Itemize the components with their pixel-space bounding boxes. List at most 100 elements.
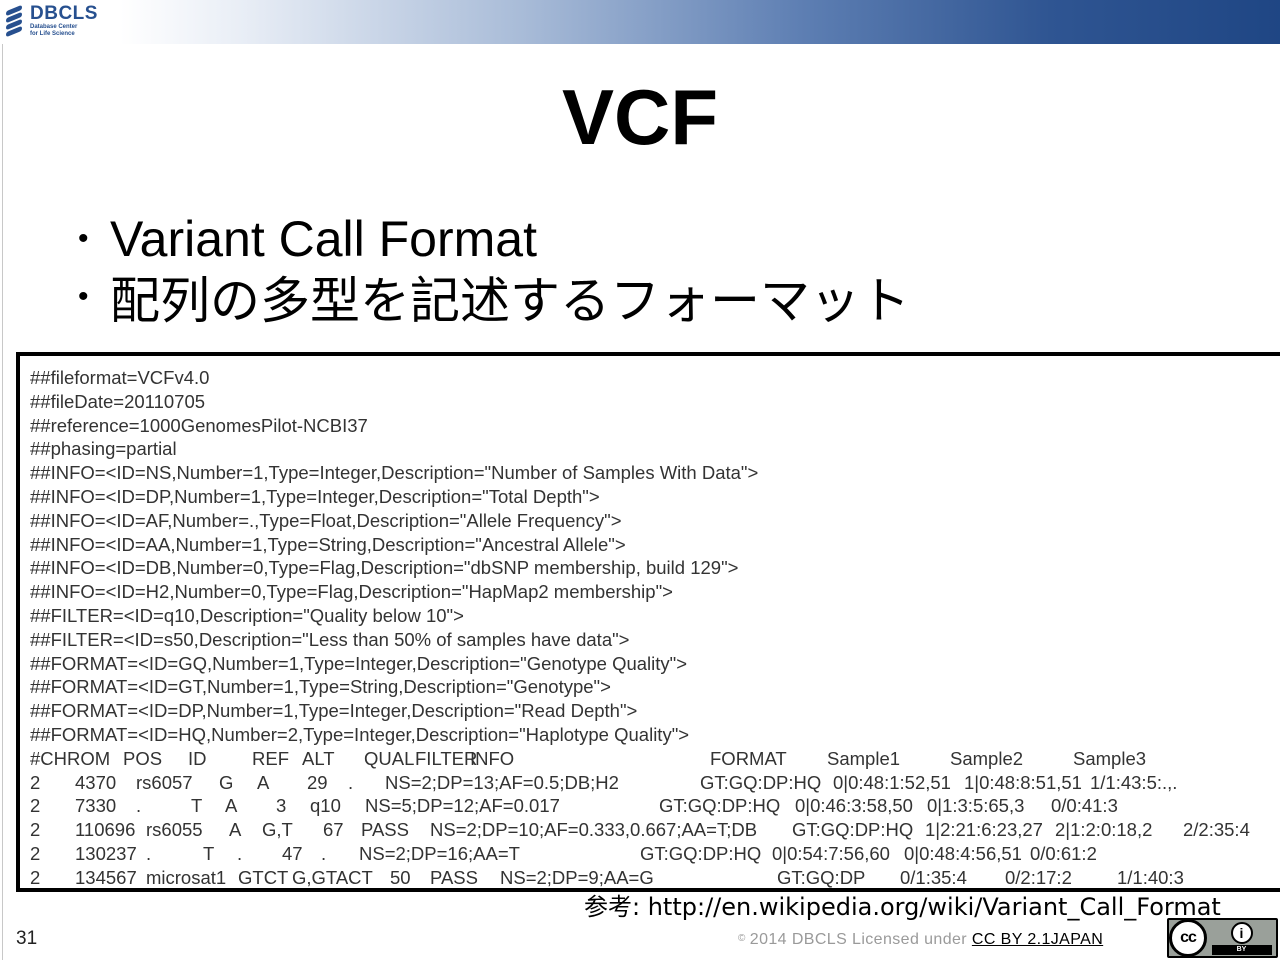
vcf-cell-info: INFO	[470, 747, 515, 769]
bullet-list: • Variant Call Format • 配列の多型を記述するフォーマット	[78, 210, 910, 329]
left-rule	[2, 44, 3, 960]
vcf-cell-pos: 7330	[75, 795, 117, 817]
logo-sub-line1: Database Center	[30, 24, 78, 30]
vcf-meta-line: ##FILTER=<ID=s50,Description="Less than …	[30, 628, 630, 650]
vcf-cell-sample2: 0/2:17:2	[1005, 866, 1072, 888]
license-link[interactable]: CC BY 2.1JAPAN	[972, 931, 1103, 948]
slide-title: VCF	[562, 73, 718, 161]
vcf-meta-line: ##reference=1000GenomesPilot-NCBI37	[30, 414, 368, 436]
vcf-cell-filter: PASS	[361, 819, 409, 841]
vcf-cell-sample3: 1/1:40:3	[1117, 866, 1184, 888]
vcf-record-row: 2 110696 rs6055 A G,T 67 PASS NS=2;DP=10;AF=0.3…	[30, 818, 1280, 842]
vcf-cell-pos: 110696	[75, 819, 136, 841]
vcf-cell-sample1: 0|0:48:1:52,51	[833, 771, 951, 793]
vcf-cell-id: .	[146, 842, 152, 864]
bullet-dot: •	[78, 222, 89, 255]
bullet-dot: •	[78, 280, 89, 313]
vcf-meta-line: ##INFO=<ID=AF,Number=.,Type=Float,Descri…	[30, 509, 622, 531]
vcf-cell-sample3: Sample3	[1073, 747, 1147, 769]
vcf-cell-ref: REF	[252, 747, 289, 769]
vcf-cell-format: GT:GQ:DP:HQ	[659, 795, 781, 817]
vcf-cell-chrom: #CHROM	[30, 747, 111, 769]
vcf-cell-ref: T	[203, 842, 215, 864]
vcf-cell-pos: 134567	[75, 866, 137, 888]
vcf-meta-line: ##INFO=<ID=DP,Number=1,Type=Integer,Desc…	[30, 485, 600, 507]
vcf-cell-sample2: Sample2	[950, 747, 1024, 769]
vcf-cell-sample3: 0/0:41:3	[1051, 795, 1118, 817]
vcf-cell-format: GT:GQ:DP	[777, 866, 866, 888]
vcf-cell-qual: 50	[390, 866, 411, 888]
dbcls-logo: DBCLS Database Center for Life Science	[4, 4, 114, 42]
vcf-meta-line: ##INFO=<ID=AA,Number=1,Type=String,Descr…	[30, 533, 626, 555]
vcf-cell-qual: 29	[307, 771, 328, 793]
vcf-cell-ref: A	[229, 819, 242, 841]
vcf-cell-alt: G,GTACT	[292, 866, 373, 888]
vcf-cell-chrom: 2	[30, 842, 41, 864]
vcf-cell-info: NS=5;DP=12;AF=0.017	[365, 795, 560, 817]
vcf-cell-info: NS=2;DP=13;AF=0.5;DB;H2	[385, 771, 619, 793]
vcf-cell-format: GT:GQ:DP:HQ	[700, 771, 822, 793]
vcf-cell-alt: .	[237, 842, 243, 864]
vcf-cell-pos: POS	[123, 747, 163, 769]
reference-citation: 参考: http://en.wikipedia.org/wiki/Variant…	[584, 893, 1221, 921]
vcf-cell-sample1: Sample1	[827, 747, 901, 769]
copyright-icon: ©	[738, 933, 746, 944]
vcf-meta-line: ##FORMAT=<ID=DP,Number=1,Type=Integer,De…	[30, 700, 638, 722]
vcf-meta-line: ##fileDate=20110705	[30, 390, 206, 412]
vcf-cell-alt: A	[225, 795, 238, 817]
vcf-meta-line: ##FORMAT=<ID=GT,Number=1,Type=String,Des…	[30, 676, 611, 698]
vcf-meta-line: ##INFO=<ID=H2,Number=0,Type=Flag,Descrip…	[30, 581, 673, 603]
vcf-cell-chrom: 2	[30, 771, 41, 793]
cc-by-badge[interactable]: cc i BY	[1167, 918, 1278, 958]
vcf-cell-pos: 130237	[75, 842, 137, 864]
vcf-cell-filter: .	[321, 842, 327, 864]
vcf-cell-qual: 67	[323, 819, 344, 841]
vcf-cell-sample2: 1|0:48:8:51,51	[964, 771, 1082, 793]
vcf-header-row: #CHROM POS ID REF ALT QUAL FILTER INFO FORMAT Sam…	[30, 747, 1280, 771]
vcf-meta-line: ##fileformat=VCFv4.0	[30, 367, 210, 388]
vcf-cell-sample3: 1/1:43:5:.,.	[1090, 771, 1178, 793]
vcf-cell-filter: q10	[310, 795, 341, 817]
vcf-meta-line: ##INFO=<ID=NS,Number=1,Type=Integer,Desc…	[30, 462, 759, 484]
vcf-cell-sample1: 0|0:46:3:58,50	[795, 795, 913, 817]
dbcls-logo-icon	[4, 4, 26, 38]
creative-commons-icon: cc	[1169, 919, 1207, 957]
vcf-example-box: ##fileformat=VCFv4.0 ##fileDate=20110705…	[16, 352, 1280, 892]
vcf-record-row: 2 130237. T. 47. NS=2;DP=16;AA=T GT:GQ:DP:HQ 0…	[30, 842, 1280, 866]
vcf-cell-chrom: 2	[30, 819, 41, 841]
vcf-cell-ref: G	[219, 771, 234, 793]
vcf-cell-sample1: 0|0:54:7:56,60	[772, 842, 890, 864]
vcf-cell-ref: GTCT	[238, 866, 289, 888]
vcf-cell-chrom: 2	[30, 795, 41, 817]
vcf-cell-alt: ALT	[302, 747, 335, 769]
vcf-meta-line: ##phasing=partial	[30, 438, 177, 460]
vcf-cell-id: ID	[188, 747, 207, 769]
vcf-cell-info: NS=2;DP=10;AF=0.333,0.667;AA=T;DB	[430, 819, 758, 841]
vcf-cell-qual: 47	[282, 842, 303, 864]
vcf-cell-filter: .	[348, 771, 354, 793]
vcf-cell-ref: T	[191, 795, 203, 817]
vcf-lines: ##fileformat=VCFv4.0 ##fileDate=20110705…	[30, 366, 1280, 888]
vcf-cell-sample3: 0/0:61:2	[1030, 842, 1097, 864]
bullet-text-polymorphism-format: 配列の多型を記述するフォーマット	[110, 273, 910, 329]
vcf-cell-format: FORMAT	[710, 747, 787, 769]
vcf-cell-sample2: 0|0:48:4:56,51	[904, 842, 1022, 864]
vcf-cell-filter: FILTER	[415, 747, 478, 769]
vcf-cell-sample2: 0|1:3:5:65,3	[927, 795, 1025, 817]
bullet-item: • Variant Call Format	[78, 210, 910, 268]
vcf-cell-pos: 4370	[75, 771, 117, 793]
by-label: BY	[1211, 944, 1272, 955]
vcf-cell-qual: 3	[276, 795, 287, 817]
vcf-cell-sample3: 2/2:35:4	[1183, 819, 1250, 841]
vcf-meta-line: ##INFO=<ID=DB,Number=0,Type=Flag,Descrip…	[30, 557, 739, 579]
vcf-cell-alt: G,T	[262, 819, 293, 841]
vcf-record-row: 2 4370 rs6057 G A 29. NS=2;DP=13;AF=0.5;DB;H2 G…	[30, 771, 1280, 795]
vcf-cell-alt: A	[257, 771, 270, 793]
vcf-meta-line: ##FORMAT=<ID=HQ,Number=2,Type=Integer,De…	[30, 723, 690, 745]
vcf-cell-info: NS=2;DP=16;AA=T	[359, 842, 520, 864]
vcf-cell-sample2: 2|1:2:0:18,2	[1055, 819, 1153, 841]
vcf-cell-chrom: 2	[30, 866, 41, 888]
logo-sub-line2: for Life Science	[30, 31, 75, 37]
vcf-record-row: 2 7330. T A 3 q10 NS=5;DP=12;AF=0.017 GT:GQ:DP:…	[30, 794, 1280, 818]
vcf-cell-sample1: 1|2:21:6:23,27	[925, 819, 1043, 841]
